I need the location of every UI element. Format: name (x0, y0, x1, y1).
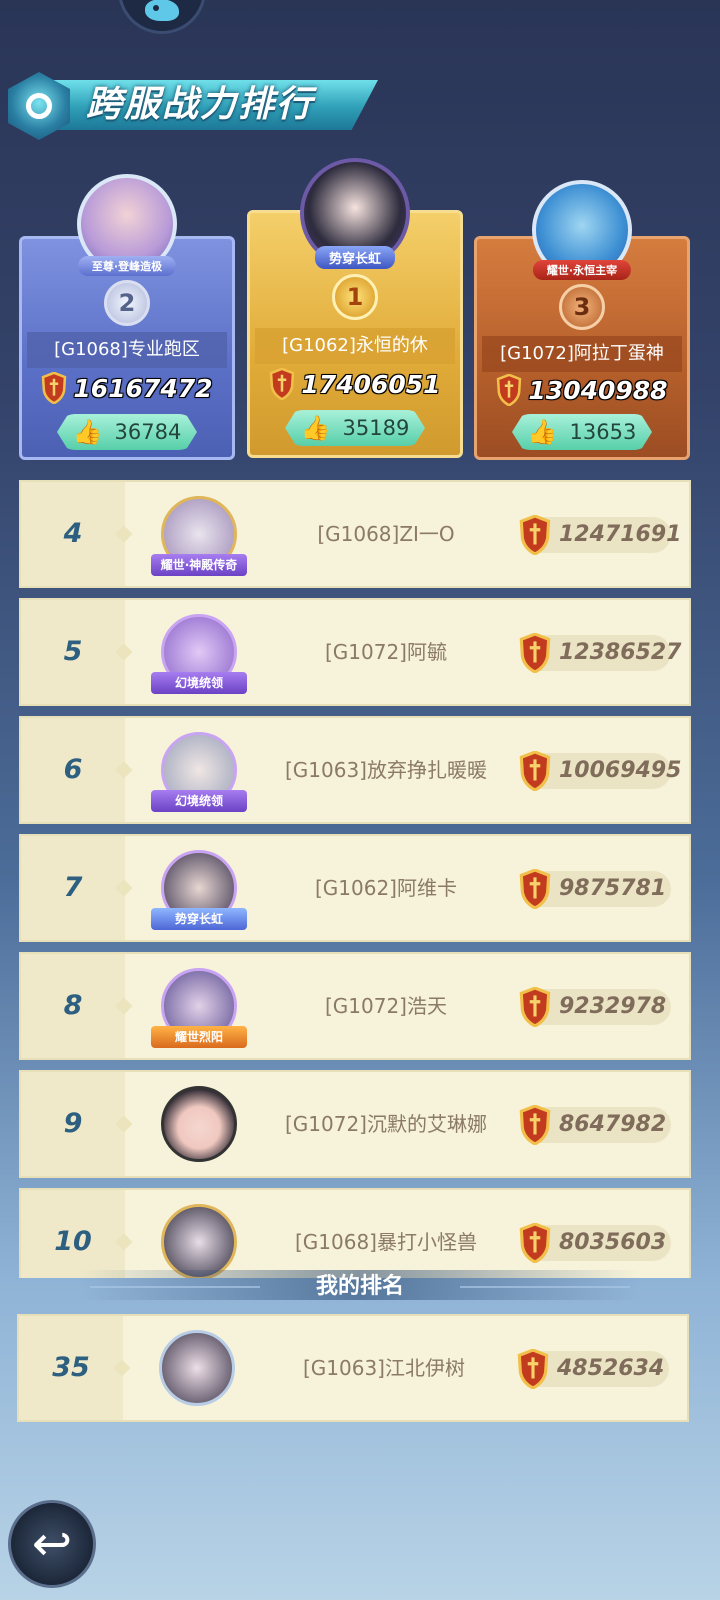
list-item[interactable]: 7 势穿长虹 [G1062]阿维卡 9875781 (19, 834, 691, 942)
rank-number: 9 (63, 1108, 83, 1139)
power-value: 9232978 (559, 994, 667, 1019)
power-value: 17406051 (301, 369, 441, 399)
thumbs-up-icon: 👍 (72, 418, 103, 446)
page-title: 跨服战力排行 (86, 84, 315, 125)
power-value: 13040988 (528, 375, 668, 405)
power-value: 4852634 (557, 1356, 665, 1381)
power-value: 8647982 (559, 1112, 667, 1137)
player-name: [G1072]阿毓 (324, 640, 447, 664)
shield-icon (269, 368, 295, 400)
my-rank-divider: 我的排名 (0, 1260, 720, 1308)
player-name: [G1068]ZI一O (317, 522, 455, 546)
rank-number: 8 (63, 990, 83, 1021)
list-item[interactable]: 6 幻境统领 [G1063]放弃挣扎暖暖 10069495 (19, 716, 691, 824)
shield-icon (519, 1105, 551, 1145)
rank-medal: 1 (332, 274, 378, 320)
player-name: [G1063]放弃挣扎暖暖 (284, 758, 487, 782)
shield-icon (496, 374, 522, 406)
title-badge: 势穿长虹 (151, 908, 247, 930)
shield-icon (519, 987, 551, 1027)
title-badge: 幻境统领 (151, 790, 247, 812)
top-card-rank-3[interactable]: 耀世·永恒主宰 3 [G1072]阿拉丁蛋神 13040988 👍 13653 (474, 180, 690, 460)
rank-number: 35 (52, 1352, 90, 1383)
like-button[interactable]: 👍 13653 (512, 414, 652, 450)
like-count: 35189 (342, 416, 410, 440)
shield-icon (519, 869, 551, 909)
power-value: 10069495 (559, 758, 682, 783)
top-menu-icon[interactable] (118, 0, 206, 34)
rank-number: 5 (63, 636, 83, 667)
title-badge: 势穿长虹 (314, 246, 396, 269)
like-count: 13653 (569, 420, 637, 444)
list-item[interactable]: 9 [G1072]沉默的艾琳娜 8647982 (19, 1070, 691, 1178)
player-name: [G1072]浩天 (324, 994, 447, 1018)
shield-icon (517, 1349, 549, 1389)
shield-icon (519, 515, 551, 555)
list-item[interactable]: 5 幻境统领 [G1072]阿毓 12386527 (19, 598, 691, 706)
player-name: [G1068]专业跑区 (27, 332, 227, 368)
rank-medal: 2 (104, 280, 150, 326)
power-value: 12471691 (559, 522, 682, 547)
player-name: [G1072]沉默的艾琳娜 (284, 1112, 487, 1136)
top-card-rank-1[interactable]: 势穿长虹 1 [G1062]永恒的休 17406051 👍 35189 (247, 158, 463, 458)
rank-medal: 3 (559, 284, 605, 330)
list-item[interactable]: 8 耀世烈阳 [G1072]浩天 9232978 (19, 952, 691, 1060)
title-badge: 耀世烈阳 (151, 1026, 247, 1048)
my-rank-row[interactable]: 35 [G1063]江北伊树 4852634 (17, 1314, 689, 1422)
title-badge: 耀世·永恒主宰 (532, 260, 632, 280)
power-value: 9875781 (559, 876, 667, 901)
like-button[interactable]: 👍 35189 (285, 410, 425, 446)
player-name: [G1072]阿拉丁蛋神 (482, 336, 682, 372)
title-banner: 跨服战力排行 (8, 72, 380, 142)
back-arrow-icon: ↩ (31, 1516, 73, 1572)
top-card-rank-2[interactable]: 至尊·登峰造极 2 [G1068]专业跑区 16167472 👍 36784 (19, 174, 235, 460)
shield-icon (519, 1223, 551, 1263)
thumbs-up-icon: 👍 (527, 418, 558, 446)
power-value: 12386527 (559, 640, 682, 665)
like-count: 36784 (114, 420, 182, 444)
player-name: [G1062]阿维卡 (314, 876, 457, 900)
shield-icon (41, 372, 67, 404)
like-button[interactable]: 👍 36784 (57, 414, 197, 450)
rank-number: 7 (63, 872, 83, 903)
shield-icon (519, 751, 551, 791)
my-rank-label: 我的排名 (315, 1274, 404, 1299)
rank-number: 4 (63, 518, 83, 549)
rank-number: 6 (63, 754, 83, 785)
avatar (161, 1086, 237, 1162)
power-value: 8035603 (559, 1230, 667, 1255)
avatar (159, 1330, 235, 1406)
player-name: [G1062]永恒的休 (255, 328, 455, 364)
shield-icon (519, 633, 551, 673)
thumbs-up-icon: 👍 (300, 414, 331, 442)
title-badge: 幻境统领 (151, 672, 247, 694)
title-badge: 耀世·神殿传奇 (151, 554, 247, 576)
title-badge: 至尊·登峰造极 (77, 256, 177, 276)
power-value: 16167472 (73, 373, 213, 403)
player-name: [G1063]江北伊树 (302, 1356, 465, 1380)
list-item[interactable]: 4 耀世·神殿传奇 [G1068]ZI一O 12471691 (19, 480, 691, 588)
ranking-list[interactable]: 4 耀世·神殿传奇 [G1068]ZI一O 12471691 5 幻境统领 [G… (19, 480, 691, 1278)
back-button[interactable]: ↩ (8, 1500, 96, 1588)
